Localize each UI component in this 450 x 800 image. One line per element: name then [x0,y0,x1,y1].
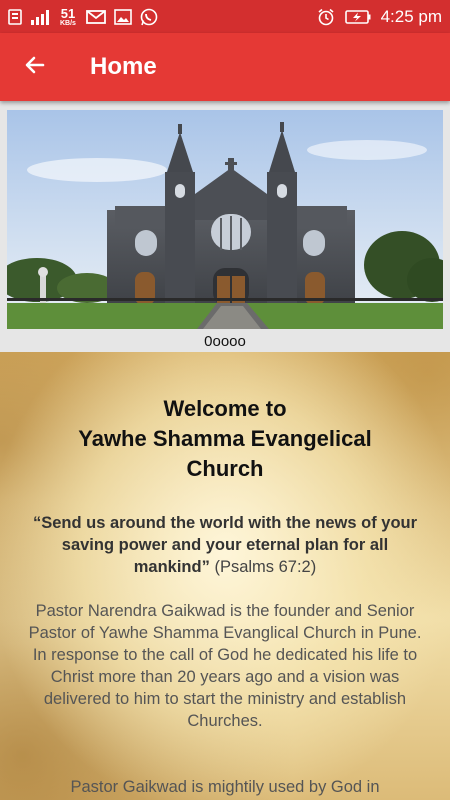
pastor-paragraph: Pastor Narendra Gaikwad is the founder a… [28,602,422,730]
network-speed: 51 KB/s [60,7,76,27]
bible-quote: “Send us around the world with the news … [30,512,420,578]
app-bar: Home [0,33,450,101]
welcome-title-line-3: Church [186,456,264,481]
slider-caption: 0oooo [204,333,246,350]
signal-icon [30,9,50,25]
mail-icon [86,9,106,24]
battery-charging-icon [344,9,371,25]
page-title: Home [90,53,157,80]
arrow-back-icon [23,53,47,82]
alarm-icon [317,8,335,26]
status-time: 4:25 pm [380,6,442,26]
quote-reference: (Psalms 67:2) [214,558,317,576]
image-icon [114,8,132,25]
speed-unit: KB/s [60,19,76,27]
speed-value: 51 [60,5,76,21]
welcome-title-line-2: Yawhe Shamma Evangelical [78,426,372,451]
church-photo[interactable] [7,110,443,329]
image-slider[interactable]: 0oooo [0,101,450,352]
status-bar: 51 KB/s 4:25 pm [0,0,450,33]
back-button[interactable] [0,33,70,101]
welcome-heading: Welcome to Yawhe Shamma Evangelical Chur… [0,394,450,484]
welcome-section: Welcome to Yawhe Shamma Evangelical Chur… [0,352,450,800]
notification-icon [8,8,22,25]
whatsapp-icon [140,8,158,26]
pastor-paragraph-continued: Pastor Gaikwad is mightily used by God i… [70,778,380,796]
welcome-title-line-1: Welcome to [163,396,287,421]
